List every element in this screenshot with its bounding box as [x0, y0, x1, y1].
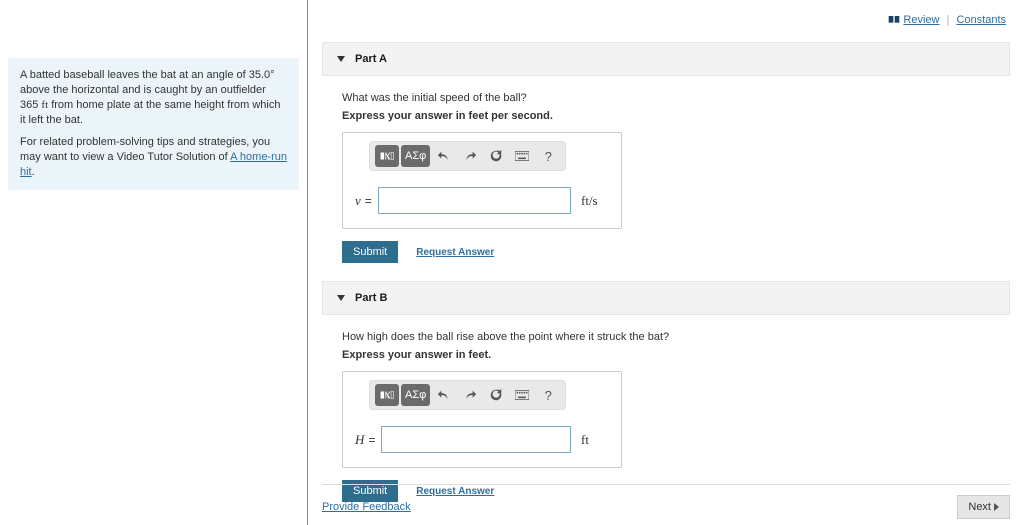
part-a-actions: Submit Request Answer [342, 241, 990, 263]
part-a-request-answer-link[interactable]: Request Answer [416, 247, 494, 258]
part-b-body: How high does the ball rise above the po… [322, 315, 1010, 510]
constants-link[interactable]: Constants [956, 14, 1006, 26]
problem-text: A batted baseball leaves the bat at an a… [20, 69, 270, 81]
chevron-right-icon [994, 503, 999, 511]
chevron-down-icon [337, 295, 345, 301]
next-button[interactable]: Next [957, 495, 1010, 519]
greek-button[interactable]: ΑΣφ [401, 145, 430, 167]
part-a-instruction: Express your answer in feet per second. [342, 110, 990, 122]
part-a-submit-button[interactable]: Submit [342, 241, 398, 263]
part-b-input-row: H = ft [343, 426, 621, 453]
problem-statement: A batted baseball leaves the bat at an a… [8, 58, 299, 190]
help-button[interactable]: ? [537, 145, 559, 167]
part-a-unit: ft/s [581, 193, 609, 209]
reset-button[interactable] [485, 384, 507, 406]
degree-symbol: ° [270, 69, 274, 81]
keyboard-button[interactable] [511, 384, 533, 406]
part-a-header[interactable]: Part A [322, 42, 1010, 76]
provide-feedback-link[interactable]: Provide Feedback [322, 501, 411, 513]
undo-button[interactable] [433, 145, 455, 167]
part-b-toolbar: ΑΣφ ? [369, 380, 566, 410]
part-a-question: What was the initial speed of the ball? [342, 92, 990, 104]
reset-button[interactable] [485, 145, 507, 167]
undo-button[interactable] [433, 384, 455, 406]
part-a-toolbar: ΑΣφ ? [369, 141, 566, 171]
help-button[interactable]: ? [537, 384, 559, 406]
greek-button[interactable]: ΑΣφ [401, 384, 430, 406]
top-links-row: Review | Constants [322, 0, 1010, 32]
part-a-body: What was the initial speed of the ball? … [322, 76, 1010, 271]
part-a-input-row: v = ft/s [343, 187, 621, 214]
main-content: Review | Constants Part A What was the i… [308, 0, 1024, 525]
part-b-instruction: Express your answer in feet. [342, 349, 990, 361]
part-b-title: Part B [355, 292, 387, 304]
part-a-block: Part A What was the initial speed of the… [322, 42, 1010, 271]
problem-text: . [32, 166, 35, 178]
part-a-variable: v [355, 193, 361, 209]
problem-paragraph-1: A batted baseball leaves the bat at an a… [20, 68, 287, 127]
next-label: Next [968, 501, 991, 513]
part-a-title: Part A [355, 53, 387, 65]
part-a-answer-box: ΑΣφ ? [342, 132, 622, 229]
problem-text: from home plate at the same height from … [20, 99, 281, 126]
part-b-input[interactable] [381, 426, 571, 453]
chevron-down-icon [337, 56, 345, 62]
problem-paragraph-2: For related problem-solving tips and str… [20, 135, 287, 180]
part-b-unit: ft [581, 432, 609, 448]
review-link[interactable]: Review [903, 14, 939, 26]
part-b-header[interactable]: Part B [322, 281, 1010, 315]
part-a-input[interactable] [378, 187, 571, 214]
equals-sign: = [365, 194, 372, 208]
redo-button[interactable] [459, 145, 481, 167]
bottom-row: Provide Feedback Next [322, 484, 1010, 519]
redo-button[interactable] [459, 384, 481, 406]
part-b-block: Part B How high does the ball rise above… [322, 281, 1010, 510]
templates-button[interactable] [375, 145, 399, 167]
keyboard-button[interactable] [511, 145, 533, 167]
book-icon [888, 15, 900, 23]
templates-button[interactable] [375, 384, 399, 406]
equals-sign: = [368, 433, 375, 447]
problem-sidebar: A batted baseball leaves the bat at an a… [0, 0, 308, 525]
part-b-variable: H [355, 432, 364, 448]
separator: | [943, 14, 954, 26]
part-b-question: How high does the ball rise above the po… [342, 331, 990, 343]
part-b-answer-box: ΑΣφ ? [342, 371, 622, 468]
